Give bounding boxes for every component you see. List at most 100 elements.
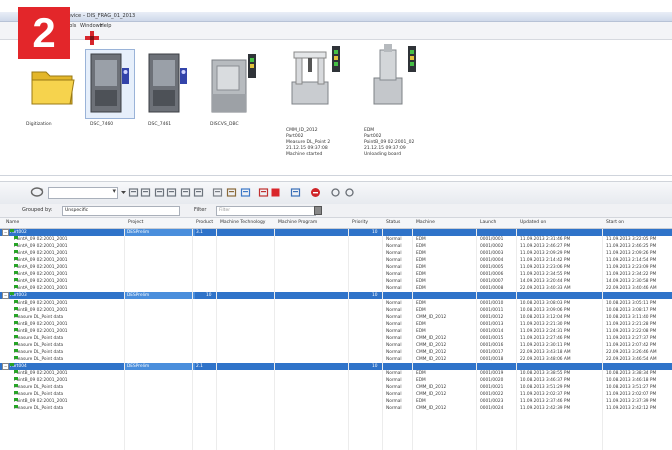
row-launch: 0001/0023 (480, 399, 504, 405)
table-row[interactable]: Measure DL_Point data Normal CMM_ID_2012 00… (0, 391, 672, 398)
group-row[interactable]: − Part002 DESPrelim 3.1 10 (0, 229, 672, 236)
cut-icon[interactable] (140, 187, 151, 198)
column-header-project[interactable]: Project (128, 220, 143, 225)
table-row[interactable]: PointA_09 02:2001_2001 Normal EDM 0001/0008… (0, 285, 672, 292)
hand-icon[interactable] (226, 187, 237, 198)
view-combo[interactable] (48, 187, 118, 199)
column-header-product[interactable]: Product (196, 220, 213, 225)
row-updated: 10.08.2013 3:12:04 PM (520, 314, 571, 320)
table-row[interactable]: PointA_09 02:2001_2001 Normal EDM 0001/0007… (0, 278, 672, 285)
group-product: 3.1 (196, 230, 203, 235)
move-cross-icon[interactable] (84, 30, 100, 46)
flag-icon[interactable] (258, 187, 269, 198)
table-row[interactable]: PointA_09 02:2001_2001 Normal EDM 0001/0003… (0, 250, 672, 257)
column-divider (476, 229, 477, 450)
table-row[interactable]: Measure DL_Point data Normal CMM_ID_2012 00… (0, 334, 672, 342)
row-name: Measure DL_Point data (14, 313, 63, 321)
row-status: Normal (386, 272, 402, 278)
column-header-machine-technology[interactable]: Machine Technology (220, 220, 265, 225)
group-priority: 10 (372, 293, 378, 299)
cancel-icon[interactable] (310, 187, 321, 198)
move-icon[interactable] (128, 187, 139, 198)
collapse-toggle[interactable]: − (2, 229, 9, 236)
column-header-name[interactable]: Name (6, 220, 19, 225)
table-row[interactable]: Measure DL_Point data Normal CMM_ID_2012 00… (0, 384, 672, 391)
row-status: Normal (386, 307, 402, 313)
folder-icon (28, 58, 76, 110)
device-panel: Digitization DSC_7460 DSC_7461 DISCVS_DBC CM… (0, 40, 672, 176)
collapse-toggle[interactable]: − (2, 362, 9, 370)
table-row[interactable]: PointB_09 02:2001_2001 Normal EDM 0001/0013… (0, 320, 672, 328)
row-launch: 0001/0013 (480, 321, 504, 327)
table-row[interactable]: Measure DL_Point data Normal CMM_ID_2012 00… (0, 341, 672, 349)
gear-icon[interactable] (212, 187, 223, 198)
row-status: Normal (386, 328, 402, 334)
grouped-by-select[interactable]: Unspecific (62, 206, 180, 216)
down-icon[interactable] (344, 187, 355, 198)
list-icon[interactable] (154, 187, 165, 198)
row-launch: 0001/0003 (480, 251, 504, 257)
group-priority: 10 (372, 230, 378, 235)
page-icon[interactable] (180, 187, 191, 198)
table-row[interactable]: Measure DL_Point data Normal CMM_ID_2012 00… (0, 313, 672, 321)
menu-item-windows[interactable]: Windows (80, 23, 102, 29)
group-name: Part002 (10, 229, 27, 236)
row-launch: 0001/0008 (480, 286, 504, 292)
menu-item-help[interactable]: Help (100, 23, 111, 29)
column-header-launch[interactable]: Launch (480, 220, 496, 225)
column-header-priority[interactable]: Priority (352, 220, 368, 225)
column-header-machine[interactable]: Machine (416, 220, 435, 225)
up-icon[interactable] (330, 187, 341, 198)
stop-icon[interactable] (270, 187, 281, 198)
table-row[interactable]: Measure DL_Point data Normal CMM_ID_2012 00… (0, 405, 672, 412)
row-machine: CMM_ID_2012 (416, 342, 447, 348)
row-launch: 0001/0012 (480, 314, 504, 320)
table-row[interactable]: PointA_09 02:2001_2001 Normal EDM 0001/0006… (0, 271, 672, 278)
table-row[interactable]: Measure DL_Point data Normal CMM_ID_2012 00… (0, 348, 672, 356)
row-machine: EDM (416, 251, 426, 257)
table-row[interactable]: PointA_09 02:2001_2001 Normal EDM 0001/0005… (0, 264, 672, 271)
refresh-icon[interactable] (30, 186, 44, 198)
table-row[interactable]: PointB_09 02:2001_2001 Normal EDM 0001/0011… (0, 306, 672, 314)
table-row[interactable]: Measure DL_Point data Normal CMM_ID_2012 00… (0, 355, 672, 363)
operation-icon (14, 334, 18, 338)
table-row[interactable]: PointB_09 02:2001_2001 Normal EDM 0001/0010… (0, 299, 672, 307)
row-machine: EDM (416, 237, 426, 243)
copy-icon[interactable] (166, 187, 177, 198)
column-header-updated-on[interactable]: Updated on (520, 220, 546, 225)
column-header-status[interactable]: Status (386, 220, 400, 225)
table-row[interactable]: PointB_09 02:2001_2001 Normal EDM 0001/0023… (0, 398, 672, 405)
window-icon[interactable] (193, 187, 204, 198)
row-start: 11.09.2013 2:46:25 PM (606, 244, 657, 250)
table-row[interactable]: PointB_09 02:2001_2001 Normal EDM 0001/0020… (0, 377, 672, 384)
row-updated: 11.09.2013 2:24:31 PM (520, 328, 571, 334)
save-icon[interactable] (290, 187, 301, 198)
table-row[interactable]: PointA_09 02:2001_2001 Normal EDM 0001/0002… (0, 243, 672, 250)
row-name: PointA_09 02:2001_2001 (14, 250, 68, 257)
column-header-start-on[interactable]: Start on (606, 220, 624, 225)
table-row[interactable]: PointA_09 02:2001_2001 Normal EDM 0001/0004… (0, 257, 672, 264)
table-row[interactable]: PointA_09 02:2001_2001 Normal EDM 0001/0001… (0, 236, 672, 243)
filter-icon[interactable] (314, 206, 322, 215)
table-row[interactable]: PointB_09 02:2001_2001 Normal EDM 0001/0019… (0, 370, 672, 377)
row-machine: EDM (416, 307, 426, 313)
row-name: PointB_09 02:2001_2001 (14, 398, 68, 405)
collapse-toggle[interactable]: − (2, 292, 9, 300)
row-status: Normal (386, 342, 402, 348)
row-launch: 0001/0010 (480, 300, 504, 306)
table-row[interactable]: PointB_09 02:2001_2001 Normal EDM 0001/0014… (0, 327, 672, 335)
filter-input[interactable]: Filter (216, 206, 316, 216)
cabinet-icon (144, 50, 192, 118)
group-row[interactable]: − Part003 DESPrelim 10 10 (0, 292, 672, 300)
row-status: Normal (386, 371, 402, 376)
chart-icon[interactable] (240, 187, 251, 198)
row-start: 10.08.2013 3:51:27 PM (606, 385, 657, 391)
row-status: Normal (386, 406, 402, 412)
row-updated: 11.09.2013 2:02:37 PM (520, 392, 571, 398)
machine-icon (206, 50, 262, 118)
row-name: PointA_09 02:2001_2001 (14, 278, 68, 285)
group-row[interactable]: − Part004 DESPrelim 2.1 10 (0, 362, 672, 370)
row-launch: 0001/0020 (480, 378, 504, 384)
column-header-machine-program[interactable]: Machine Program (278, 220, 317, 225)
operation-icon (14, 327, 18, 331)
